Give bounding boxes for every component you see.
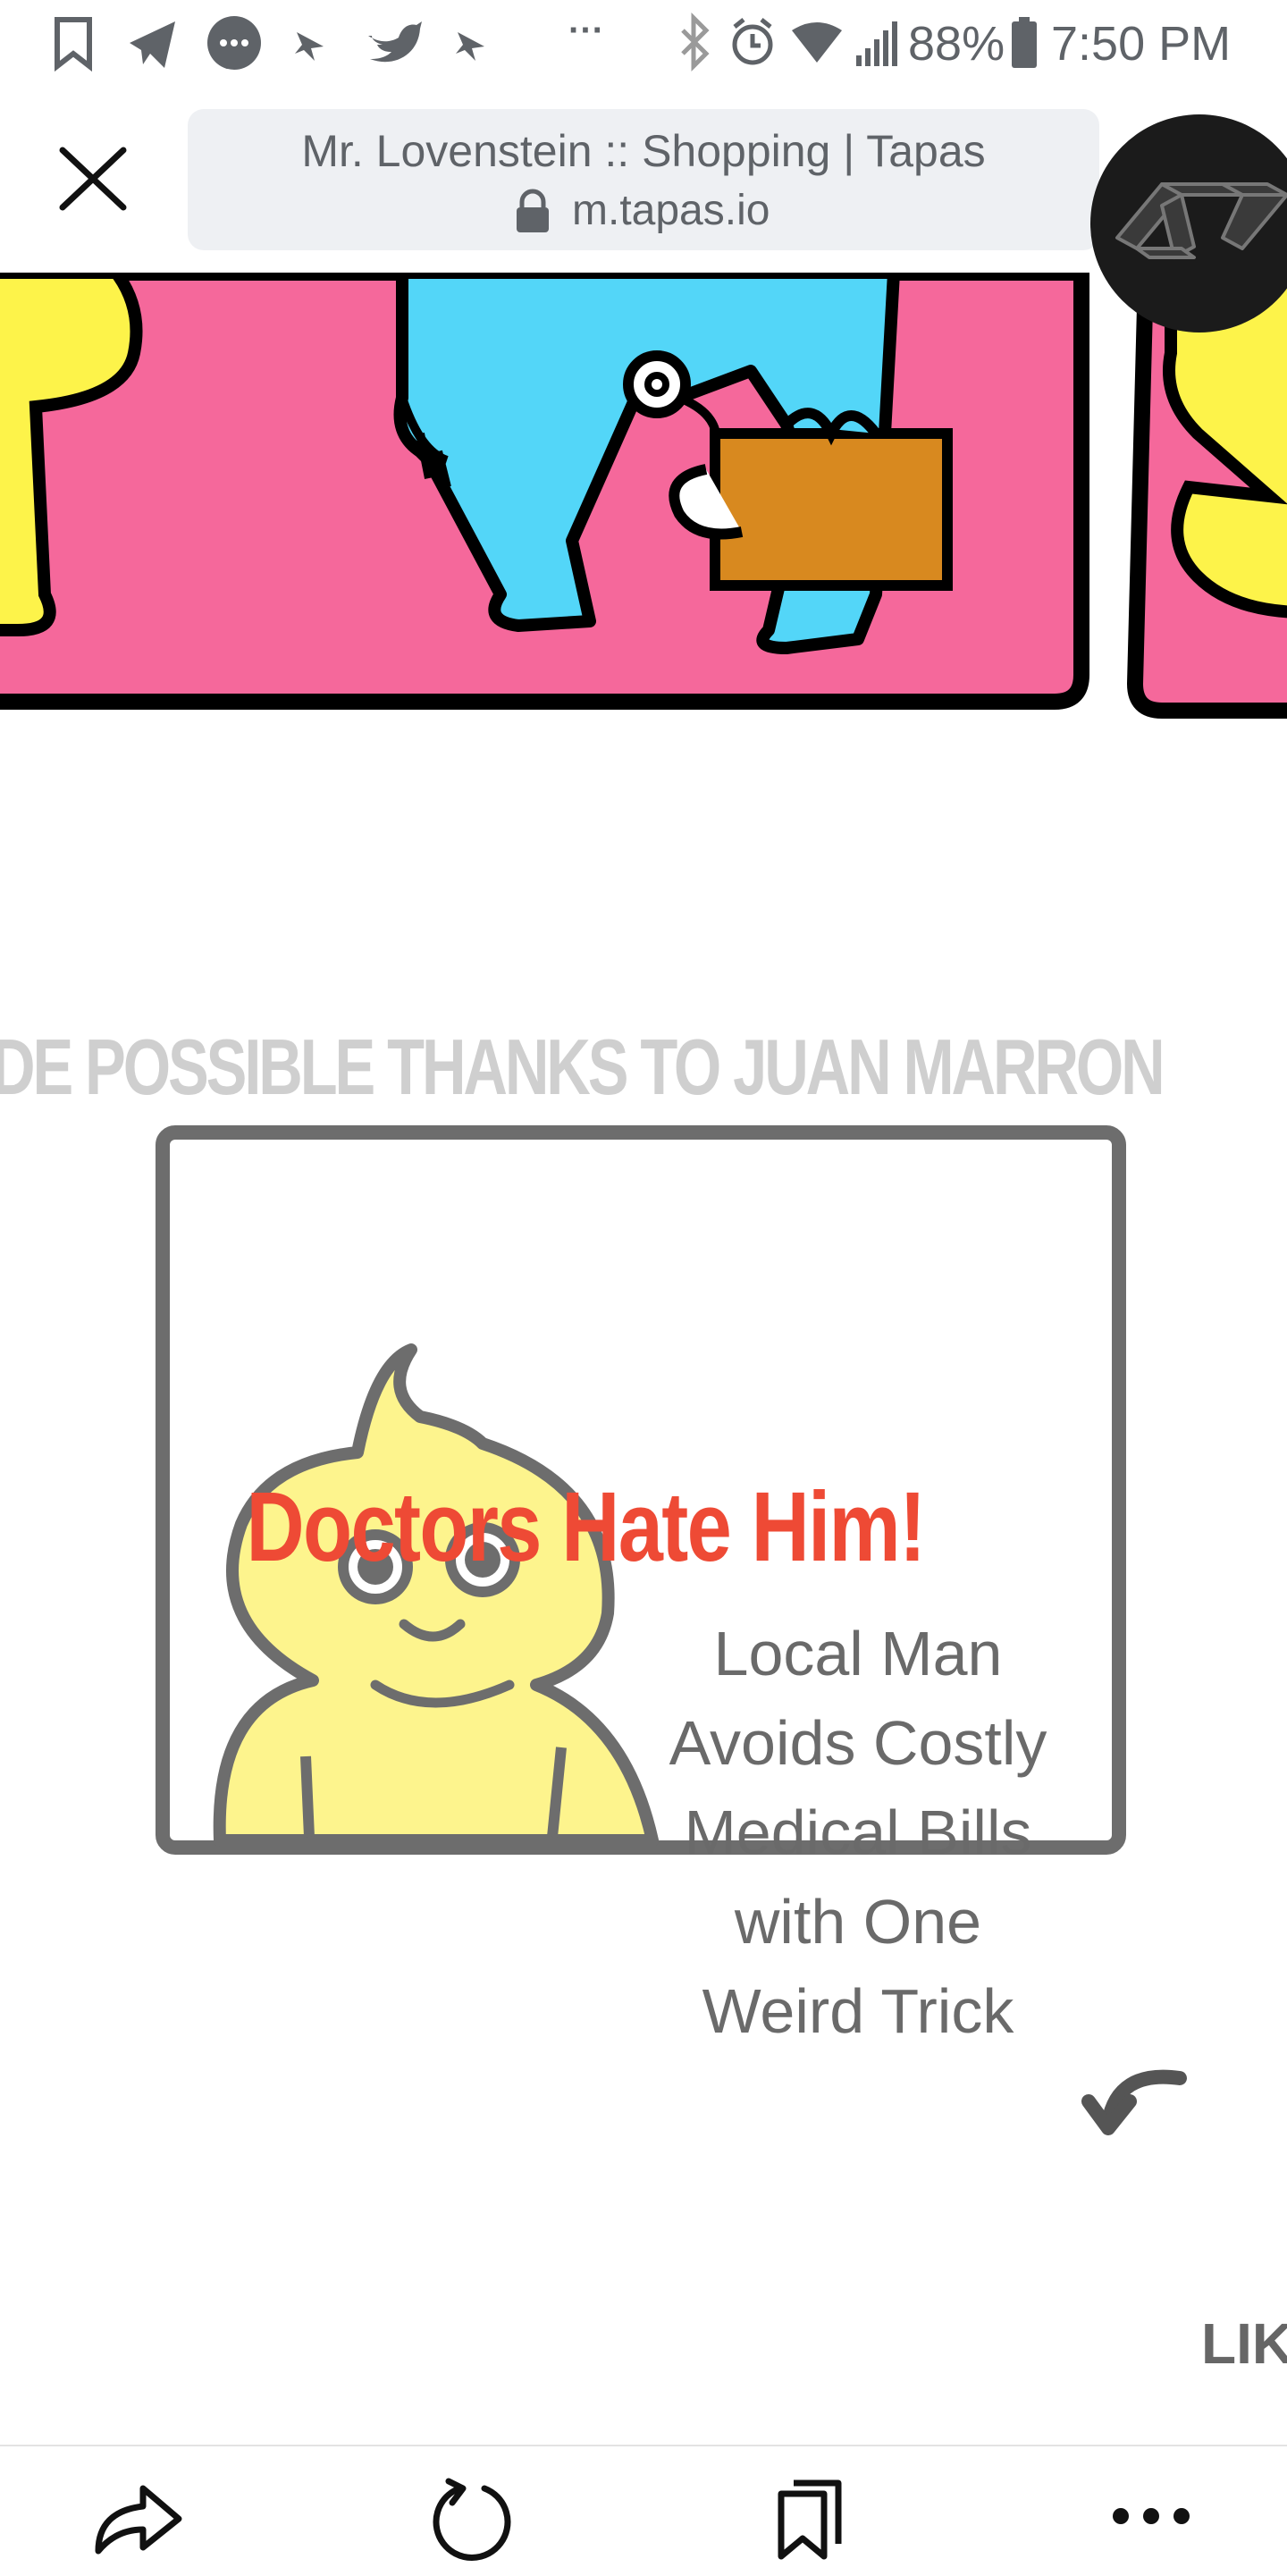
ad-text-line: with One	[734, 1887, 982, 1957]
alarm-icon	[732, 18, 773, 65]
like-label: LIK	[1201, 2311, 1287, 2376]
ad-headline: Doctors Hate Him!	[246, 1472, 926, 1582]
ad-text-line: Avoids Costly	[669, 1708, 1047, 1778]
ad-text-line: Weird Trick	[702, 1976, 1014, 2046]
like-arrow-icon	[1081, 2069, 1187, 2135]
bluetooth-icon	[681, 12, 710, 72]
messenger-icon	[207, 16, 261, 70]
close-icon[interactable]	[54, 143, 134, 215]
comic-panel-top	[0, 273, 1089, 710]
lock-icon	[517, 189, 549, 232]
page-title: Mr. Lovenstein :: Shopping | Tapas	[301, 126, 986, 176]
telegram-icon	[130, 21, 175, 68]
share-icon[interactable]	[89, 2476, 188, 2556]
twitter-icon	[368, 21, 422, 63]
comic-artwork	[0, 273, 1287, 2135]
hummingbird-icon	[456, 32, 484, 61]
signal-icon	[856, 21, 897, 66]
wifi-icon	[792, 22, 842, 63]
bookmarks-icon[interactable]	[774, 2476, 854, 2562]
comic-page: DE POSSIBLE THANKS TO JUAN MARRON Doctor…	[0, 273, 1287, 2445]
comic-credit: DE POSSIBLE THANKS TO JUAN MARRON	[0, 1023, 1165, 1111]
clock: 7:50 PM	[1051, 17, 1232, 71]
ad-text-line: Medical Bills	[684, 1797, 1032, 1867]
battery-icon	[1012, 17, 1037, 68]
page-url: m.tapas.io	[572, 187, 770, 234]
browser-app-logo-icon[interactable]	[1089, 113, 1287, 336]
ad-text-line: Local Man	[713, 1619, 1003, 1688]
overflow-indicator: ···	[568, 11, 604, 50]
bookmark-flag-icon	[55, 17, 92, 72]
comic-panel-right	[1126, 273, 1287, 719]
battery-percent: 88%	[908, 17, 1005, 71]
hummingbird-icon	[295, 32, 324, 61]
bottom-toolbar	[0, 2445, 1287, 2576]
status-bar: ··· 88% 7:50 PM	[0, 0, 1287, 89]
refresh-icon[interactable]	[429, 2476, 518, 2562]
more-icon[interactable]	[1108, 2503, 1198, 2530]
